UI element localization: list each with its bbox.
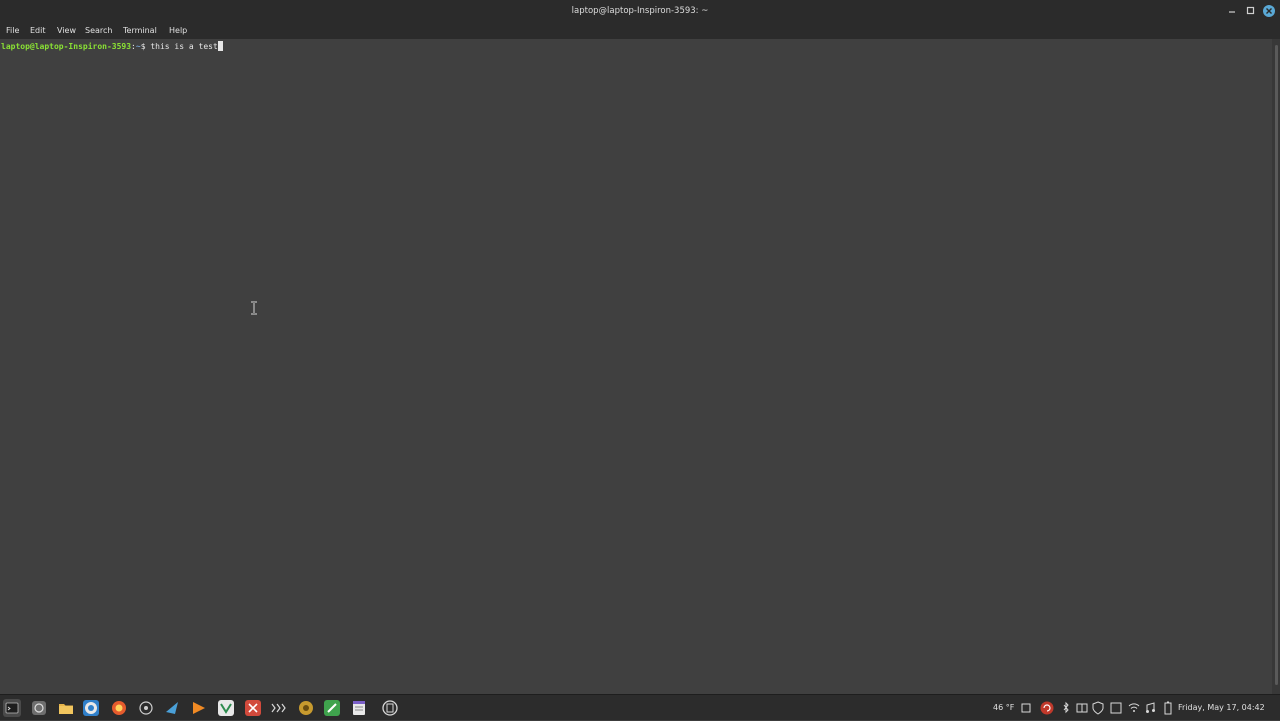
battery-icon[interactable] [1162,700,1174,716]
editor-icon[interactable] [323,699,341,717]
night-light-icon[interactable] [980,700,990,716]
menu-search[interactable]: Search [85,22,112,39]
terminal-scrollbar[interactable] [1272,39,1280,694]
bluetooth-icon[interactable] [1061,700,1071,716]
menu-edit[interactable]: Edit [30,22,46,39]
terminal-icon[interactable] [270,699,288,717]
typed-command: this is a test [150,42,218,51]
ibeam-cursor-icon [250,300,258,315]
files-icon[interactable] [57,699,75,717]
menubar: File Edit View Search Terminal Help [0,22,1280,39]
power-icon[interactable] [381,699,399,717]
clock[interactable]: Friday, May 17, 04:42 [1178,695,1265,721]
window-titlebar[interactable]: laptop@laptop-Inspiron-3593: ~ [0,0,1280,22]
weather-temperature[interactable]: 46 °F [993,695,1014,721]
menu-icon[interactable] [3,699,21,717]
menu-file[interactable]: File [6,22,19,39]
taskbar: 46 °F Friday, May 17, 04:42 [0,694,1280,720]
close-icon[interactable] [1262,4,1276,18]
terminal-area[interactable] [0,39,1272,694]
text-editor-icon[interactable] [350,699,368,717]
scrollbar-thumb[interactable] [1275,45,1278,685]
shield-icon[interactable] [1092,700,1104,716]
tools-icon[interactable] [244,699,262,717]
package-icon[interactable] [297,699,315,717]
workspace-icon[interactable] [1076,700,1088,716]
window-icon[interactable] [1021,700,1031,716]
update-icon[interactable] [1039,700,1055,716]
settings-icon[interactable] [137,699,155,717]
window-title: laptop@laptop-Inspiron-3593: ~ [571,6,709,16]
prompt-symbol: $ [140,42,151,51]
prompt-user-host: laptop@laptop-Inspiron-3593 [1,42,132,51]
menu-view[interactable]: View [57,22,76,39]
show-desktop-icon[interactable] [30,699,48,717]
text-cursor [217,41,223,51]
menu-terminal[interactable]: Terminal [123,22,157,39]
display-icon[interactable] [1110,700,1122,716]
steam-icon[interactable] [163,699,181,717]
wifi-icon[interactable] [1128,700,1140,716]
sound-icon[interactable] [1145,700,1157,716]
media-player-icon[interactable] [190,699,208,717]
minimize-icon[interactable] [1226,4,1240,18]
terminal-prompt-line: laptop@laptop-Inspiron-3593:~$ this is a… [1,41,223,53]
maximize-icon[interactable] [1244,4,1258,18]
chrome-icon[interactable] [82,699,100,717]
firefox-icon[interactable] [110,699,128,717]
vpn-icon[interactable] [217,699,235,717]
menu-help[interactable]: Help [169,22,187,39]
